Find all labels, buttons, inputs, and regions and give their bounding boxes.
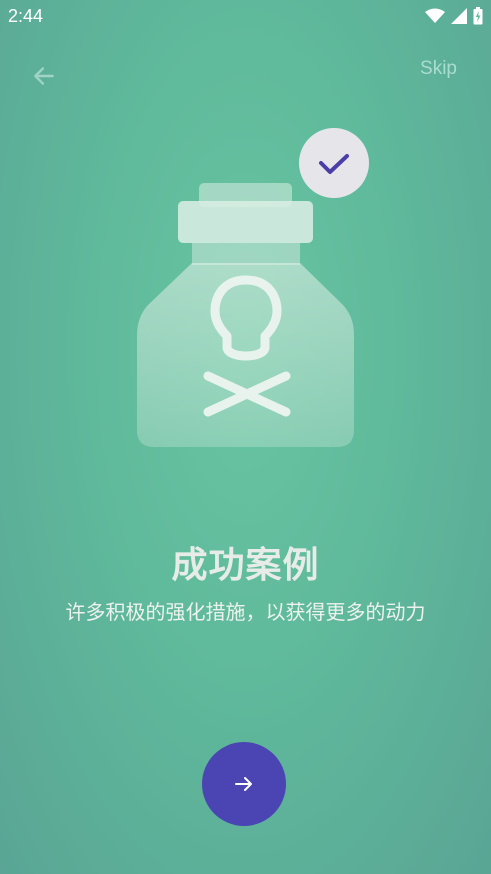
bottle-neck bbox=[192, 243, 300, 265]
skip-button[interactable]: Skip bbox=[420, 58, 457, 80]
battery-charging-icon bbox=[473, 7, 483, 25]
status-icons bbox=[425, 7, 483, 25]
arrow-right-icon bbox=[235, 777, 252, 791]
poison-bottle-illustration bbox=[137, 128, 369, 447]
status-bar: 2:44 bbox=[0, 0, 491, 34]
back-button[interactable] bbox=[28, 60, 60, 92]
status-time: 2:44 bbox=[8, 6, 44, 26]
arrow-left-icon bbox=[34, 67, 54, 85]
wifi-icon bbox=[425, 8, 445, 23]
page-title: 成功案例 bbox=[171, 545, 320, 586]
check-badge bbox=[299, 128, 369, 198]
bottle-cap bbox=[178, 201, 313, 243]
page-subtitle: 许多积极的强化措施，以获得更多的动力 bbox=[65, 600, 426, 624]
next-button[interactable] bbox=[202, 742, 286, 826]
illustration bbox=[130, 125, 375, 455]
cell-signal-icon bbox=[451, 8, 467, 24]
